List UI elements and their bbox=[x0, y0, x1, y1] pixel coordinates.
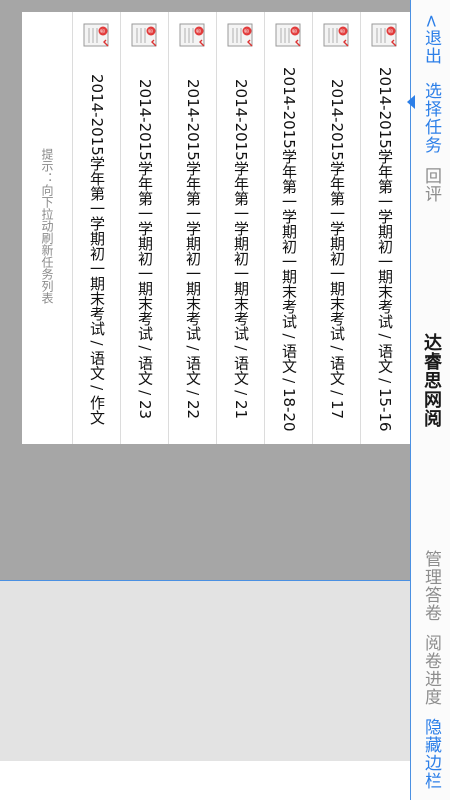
task-item[interactable]: @ 2014-2015学年第一学期初一期末考试 / 语文 / 22 bbox=[168, 12, 216, 444]
tab-select-task[interactable]: 选择任务 bbox=[411, 78, 450, 158]
svg-text:@: @ bbox=[195, 29, 201, 34]
svg-text:@: @ bbox=[387, 29, 393, 34]
task-item[interactable]: @ 2014-2015学年第一学期初一期末考试 / 语文 / 21 bbox=[216, 12, 264, 444]
task-label: 2014-2015学年第一学期初一期末考试 / 语文 / 15-16 bbox=[376, 66, 394, 432]
task-item[interactable]: @ 2014-2015学年第一学期初一期末考试 / 语文 / 23 bbox=[120, 12, 168, 444]
exam-paper-icon: @ bbox=[131, 23, 157, 47]
content-panel bbox=[0, 580, 410, 761]
task-label: 2014-2015学年第一学期初一期末考试 / 语文 / 17 bbox=[328, 78, 346, 420]
back-button[interactable]: <退出 bbox=[411, 8, 450, 72]
refresh-hint: 提示：向下拉动刷新任务列表 bbox=[40, 148, 54, 304]
refresh-hint-row: 提示：向下拉动刷新任务列表 bbox=[22, 12, 72, 444]
task-item[interactable]: @ 2014-2015学年第一学期初一期末考试 / 语文 / 15-16 bbox=[360, 12, 408, 444]
task-label: 2014-2015学年第一学期初一期末考试 / 语文 / 作文 bbox=[88, 73, 106, 425]
svg-text:@: @ bbox=[147, 29, 153, 34]
task-item[interactable]: @ 2014-2015学年第一学期初一期末考试 / 语文 / 17 bbox=[312, 12, 360, 444]
manage-answers-button[interactable]: 管理答卷 bbox=[411, 548, 450, 624]
exam-paper-icon: @ bbox=[227, 23, 253, 47]
hide-sidebar-button[interactable]: 隐藏边栏 bbox=[411, 716, 450, 792]
exam-paper-icon: @ bbox=[371, 23, 397, 47]
sidebar-toolbar: <退出 选择任务 回评 达睿思网阅 管理答卷 阅卷进度 隐藏边栏 bbox=[410, 0, 450, 800]
exam-paper-icon: @ bbox=[323, 23, 349, 47]
svg-text:@: @ bbox=[339, 29, 345, 34]
task-label: 2014-2015学年第一学期初一期末考试 / 语文 / 22 bbox=[184, 78, 202, 420]
task-label: 2014-2015学年第一学期初一期末考试 / 语文 / 23 bbox=[136, 78, 154, 420]
svg-text:@: @ bbox=[291, 29, 297, 34]
exam-paper-icon: @ bbox=[83, 23, 109, 47]
task-item[interactable]: @ 2014-2015学年第一学期初一期末考试 / 语文 / 18-20 bbox=[264, 12, 312, 444]
task-label: 2014-2015学年第一学期初一期末考试 / 语文 / 21 bbox=[232, 78, 250, 420]
grading-progress-button[interactable]: 阅卷进度 bbox=[411, 632, 450, 708]
task-item[interactable]: @ 2014-2015学年第一学期初一期末考试 / 语文 / 作文 bbox=[72, 12, 120, 444]
exam-paper-icon: @ bbox=[179, 23, 205, 47]
tab-review[interactable]: 回评 bbox=[411, 160, 450, 210]
app-title: 达睿思网阅 bbox=[421, 332, 442, 428]
task-label: 2014-2015学年第一学期初一期末考试 / 语文 / 18-20 bbox=[280, 66, 298, 432]
exam-paper-icon: @ bbox=[275, 23, 301, 47]
active-tab-caret-icon bbox=[407, 95, 415, 109]
task-list[interactable]: 提示：向下拉动刷新任务列表 @ 2014-2015学年第一学期初一期末考试 / … bbox=[22, 12, 410, 444]
svg-text:@: @ bbox=[99, 29, 105, 34]
svg-text:@: @ bbox=[243, 29, 249, 34]
